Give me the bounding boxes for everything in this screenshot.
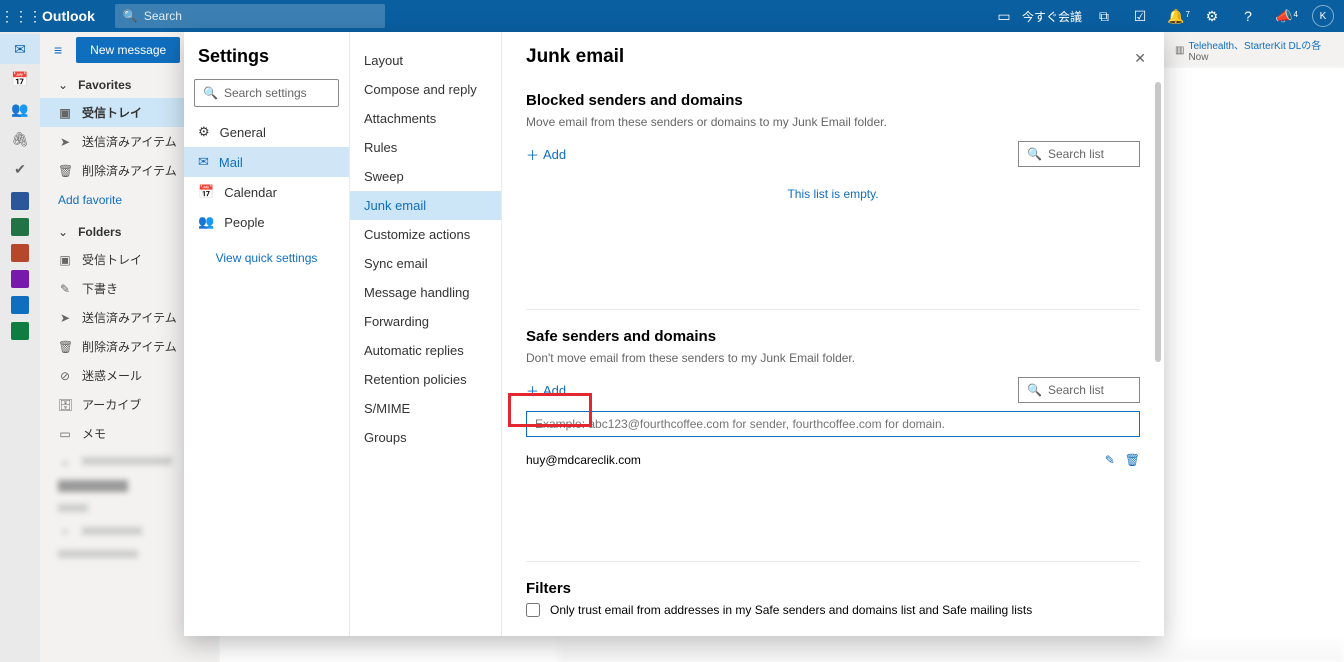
setting-automatic-replies[interactable]: Automatic replies (350, 336, 501, 365)
blocked-add-button[interactable]: ＋Add (526, 145, 566, 164)
setting-compose-reply[interactable]: Compose and reply (350, 75, 501, 104)
blocked-empty-text: This list is empty. (526, 175, 1140, 291)
setting-customize-actions[interactable]: Customize actions (350, 220, 501, 249)
new-message-button[interactable]: New message (76, 37, 180, 63)
rail-calendar-icon[interactable]: 📅 (0, 64, 40, 94)
setting-groups[interactable]: Groups (350, 423, 501, 452)
chevron-down-icon[interactable]: ⌄ (58, 78, 68, 92)
rail-onenote-icon[interactable] (11, 270, 29, 288)
brand: Outlook (40, 8, 107, 24)
favorites-section[interactable]: Favorites (78, 78, 131, 92)
setting-attachments[interactable]: Attachments (350, 104, 501, 133)
camera-icon[interactable]: ▭ (986, 8, 1022, 25)
rail-excel-icon[interactable] (11, 218, 29, 236)
setting-smime[interactable]: S/MIME (350, 394, 501, 423)
mail-icon: ✉ (198, 154, 209, 170)
search-icon: 🔍 (1027, 147, 1042, 161)
trust-only-checkbox[interactable] (526, 603, 540, 617)
rail-mail-icon[interactable]: ✉ (0, 34, 40, 64)
search-icon: 🔍 (203, 86, 218, 100)
search-box[interactable]: 🔍 Search (115, 4, 385, 28)
setting-retention-policies[interactable]: Retention policies (350, 365, 501, 394)
safe-search-list[interactable]: 🔍Search list (1018, 377, 1140, 403)
meet-now[interactable]: 今すぐ会議 (1022, 8, 1082, 25)
app-launcher[interactable]: ⋮⋮⋮ (0, 8, 40, 25)
settings-icon[interactable]: ⚙ (1194, 8, 1230, 25)
safe-heading: Safe senders and domains (526, 328, 1140, 345)
plus-icon: ＋ (526, 381, 539, 400)
edit-icon[interactable]: ✎ (1105, 453, 1115, 467)
setting-layout[interactable]: Layout (350, 46, 501, 75)
safe-add-input[interactable] (526, 411, 1140, 437)
blocked-heading: Blocked senders and domains (526, 92, 1140, 109)
settings-modal: Settings 🔍 Search settings ⚙General ✉Mai… (184, 32, 1164, 636)
settings-cat-mail[interactable]: ✉Mail (184, 147, 349, 177)
rail-word-icon[interactable] (11, 192, 29, 210)
blocked-search-list[interactable]: 🔍Search list (1018, 141, 1140, 167)
chevron-down-icon[interactable]: ⌄ (58, 225, 68, 239)
rail-files-icon[interactable]: 🖇 (0, 124, 40, 154)
share-badge: 4 (1294, 10, 1298, 19)
panel-title: Junk email (526, 46, 1140, 68)
sent-icon: ➤ (58, 135, 72, 149)
hamburger-icon[interactable]: ≡ (48, 38, 68, 62)
settings-cat-people[interactable]: 👥People (184, 207, 349, 237)
trash-icon: 🗑 (58, 164, 72, 178)
teams-icon[interactable]: ⧉ (1086, 8, 1122, 25)
setting-junk-email[interactable]: Junk email (350, 191, 501, 220)
left-rail: ✉ 📅 👥 🖇 ✔ (0, 32, 40, 662)
safe-add-button[interactable]: ＋Add (526, 381, 566, 400)
setting-forwarding[interactable]: Forwarding (350, 307, 501, 336)
scrollbar[interactable] (1155, 82, 1161, 362)
tasks-icon[interactable]: ☑ (1122, 8, 1158, 25)
reminder-toast[interactable]: ▥ Telehealth、StarterKit DLの各 Now (1175, 38, 1330, 62)
settings-search[interactable]: 🔍 Search settings (194, 79, 339, 107)
view-quick-settings-link[interactable]: View quick settings (184, 237, 349, 279)
safe-entry-email: huy@mdcareclik.com (526, 453, 641, 467)
setting-sync-email[interactable]: Sync email (350, 249, 501, 278)
notifications-icon[interactable]: 🔔7 (1158, 8, 1194, 25)
filters-heading: Filters (526, 580, 1140, 597)
rail-todo-icon[interactable]: ✔ (0, 154, 40, 184)
plus-icon: ＋ (526, 145, 539, 164)
rail-people-icon[interactable]: 👥 (0, 94, 40, 124)
whatsnew-icon[interactable]: 📣4 (1266, 8, 1302, 25)
rail-yammer-icon[interactable] (11, 296, 29, 314)
settings-cat-calendar[interactable]: 📅Calendar (184, 177, 349, 207)
avatar[interactable]: K (1312, 5, 1334, 27)
gear-icon: ⚙ (198, 124, 210, 140)
setting-message-handling[interactable]: Message handling (350, 278, 501, 307)
settings-title: Settings (184, 46, 349, 79)
setting-sweep[interactable]: Sweep (350, 162, 501, 191)
bell-badge: 7 (1186, 10, 1190, 19)
blocked-description: Move email from these senders or domains… (526, 115, 1140, 129)
folders-section[interactable]: Folders (78, 225, 121, 239)
calendar-small-icon: ▥ (1175, 45, 1184, 56)
close-button[interactable]: ✕ (1134, 50, 1146, 67)
rail-powerpoint-icon[interactable] (11, 244, 29, 262)
inbox-icon: ▣ (58, 106, 72, 120)
settings-cat-general[interactable]: ⚙General (184, 117, 349, 147)
safe-description: Don't move email from these senders to m… (526, 351, 1140, 365)
safe-entry-row: huy@mdcareclik.com ✎ 🗑 (526, 447, 1140, 473)
people-icon: 👥 (198, 214, 214, 230)
search-icon: 🔍 (1027, 383, 1042, 397)
help-icon[interactable]: ? (1230, 8, 1266, 24)
trust-only-checkbox-row[interactable]: Only trust email from addresses in my Sa… (526, 603, 1140, 617)
calendar-icon: 📅 (198, 184, 214, 200)
search-icon: 🔍 (123, 9, 138, 23)
search-placeholder: Search (144, 9, 182, 23)
rail-bookings-icon[interactable] (11, 322, 29, 340)
delete-icon[interactable]: 🗑 (1125, 453, 1140, 467)
setting-rules[interactable]: Rules (350, 133, 501, 162)
